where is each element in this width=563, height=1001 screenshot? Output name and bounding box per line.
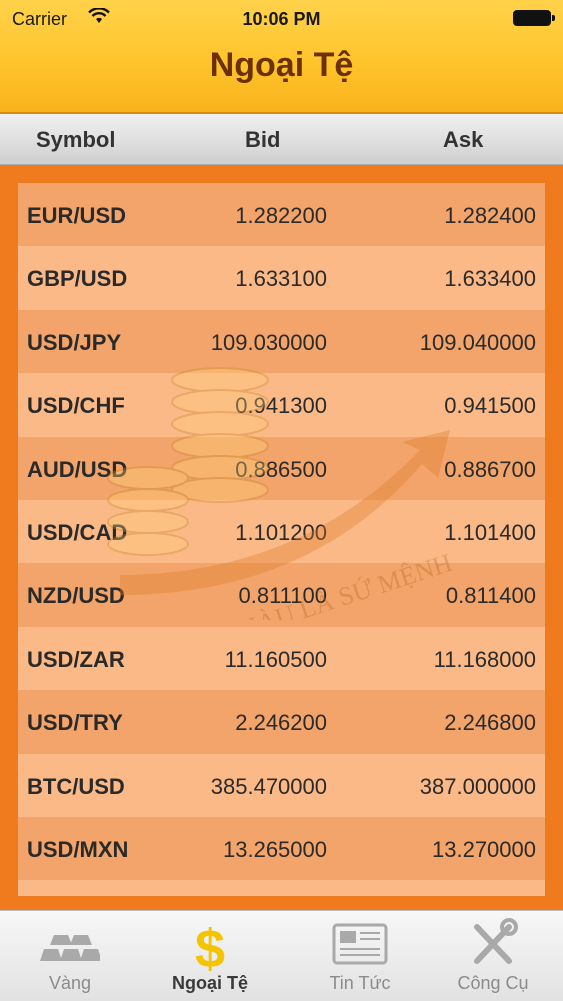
row-bid: 109.030000 <box>210 329 327 355</box>
tab-label: Vàng <box>48 973 92 993</box>
column-bid: Bid <box>245 127 281 152</box>
row-ask: 1.633400 <box>444 266 536 292</box>
column-symbol: Symbol <box>36 127 116 152</box>
table-row[interactable]: USD/CAD 1.101200 1.101400 <box>18 499 545 564</box>
row-symbol: AUD/USD <box>27 456 128 482</box>
tab-label: Công Cụ <box>457 973 529 993</box>
rates-table[interactable]: EUR/USD 1.282200 1.282400 GBP/USD 1.633100 1… <box>18 183 545 896</box>
svg-text:$: $ <box>195 919 225 973</box>
row-ask: 2.246800 <box>444 710 536 736</box>
row-ask: 0.886700 <box>444 456 536 482</box>
row-symbol: USD/CAD <box>27 519 128 545</box>
row-bid: 1.282200 <box>235 203 327 228</box>
row-bid: 385.470000 <box>210 773 327 799</box>
gold-bars-icon <box>40 935 100 961</box>
table-header: Symbol Bid Ask <box>0 114 563 165</box>
row-bid: 11.160500 <box>224 646 327 672</box>
table-row[interactable]: BTC/USD 385.470000 387.000000 <box>18 753 545 817</box>
table-row[interactable]: AUD/USD 0.886500 0.886700 <box>18 436 545 500</box>
tab-label: Ngoại Tệ <box>171 973 248 993</box>
row-ask: 11.168000 <box>433 646 536 672</box>
battery-icon <box>513 10 555 26</box>
newspaper-icon <box>332 923 388 965</box>
tab-label: Tin Tức <box>329 973 391 993</box>
row-bid: 2.246200 <box>235 710 327 736</box>
row-bid: 1.101200 <box>235 519 327 545</box>
row-symbol: USD/JPY <box>27 329 122 355</box>
row-bid: 0.886500 <box>235 456 327 482</box>
row-ask: 0.941500 <box>444 393 536 419</box>
tab-bar: Vàng $ Ngoại Tệ Tin Tức Công Cụ <box>0 910 563 1001</box>
page-title: Ngoại Tệ <box>209 46 354 84</box>
status-time: 10:06 PM <box>242 9 321 29</box>
row-ask: 109.040000 <box>419 329 536 355</box>
row-ask: 1.101400 <box>444 519 536 545</box>
table-row[interactable]: USD/TRY 2.246200 2.246800 <box>18 690 545 754</box>
tab-cong-cu[interactable]: Công Cụ <box>423 911 563 1001</box>
tab-ngoai-te[interactable]: $ Ngoại Tệ <box>140 911 280 1001</box>
row-ask: 387.000000 <box>419 773 536 799</box>
table-row[interactable]: USD/JPY 109.030000 109.040000 <box>18 309 545 374</box>
status-bar: Carrier 10:06 PM <box>0 0 563 38</box>
row-symbol: USD/ZAR <box>27 646 125 672</box>
table-row[interactable]: EUR/USD 1.282200 1.282400 <box>18 183 545 247</box>
table-row[interactable]: USD/ZAR 11.160500 11.168000 <box>18 626 545 691</box>
row-ask: 1.282400 <box>444 203 536 228</box>
row-ask: 13.270000 <box>432 836 536 862</box>
row-symbol: BTC/USD <box>27 773 125 799</box>
row-symbol: GBP/USD <box>27 266 128 292</box>
tools-icon <box>474 918 518 964</box>
row-bid: 13.265000 <box>223 836 327 862</box>
table-row[interactable]: GBP/USD 1.633100 1.633400 <box>18 246 545 310</box>
row-bid: 0.941300 <box>235 393 327 419</box>
row-bid: 0.811100 <box>238 583 328 609</box>
row-symbol: USD/CHF <box>27 393 125 419</box>
table-row[interactable]: NZD/USD 0.811100 0.811400 <box>18 563 545 627</box>
row-symbol: EUR/USD <box>27 203 127 228</box>
dollar-icon: $ <box>195 919 225 973</box>
row-symbol: NZD/USD <box>27 583 125 609</box>
row-ask: 0.811400 <box>445 583 536 609</box>
column-ask: Ask <box>443 127 484 152</box>
nav-header: Carrier 10:06 PM Ngoại Tệ <box>0 0 563 114</box>
tab-vang[interactable]: Vàng <box>0 911 140 1001</box>
tab-tin-tuc[interactable]: Tin Tức <box>290 911 430 1001</box>
row-bid: 1.633100 <box>235 266 327 292</box>
row-symbol: USD/MXN <box>27 836 129 862</box>
table-row[interactable]: USD/MXN 13.265000 13.270000 <box>18 816 545 881</box>
table-row[interactable] <box>18 880 545 896</box>
table-row[interactable]: USD/CHF 0.941300 0.941500 <box>18 373 545 437</box>
row-symbol: USD/TRY <box>27 710 123 736</box>
